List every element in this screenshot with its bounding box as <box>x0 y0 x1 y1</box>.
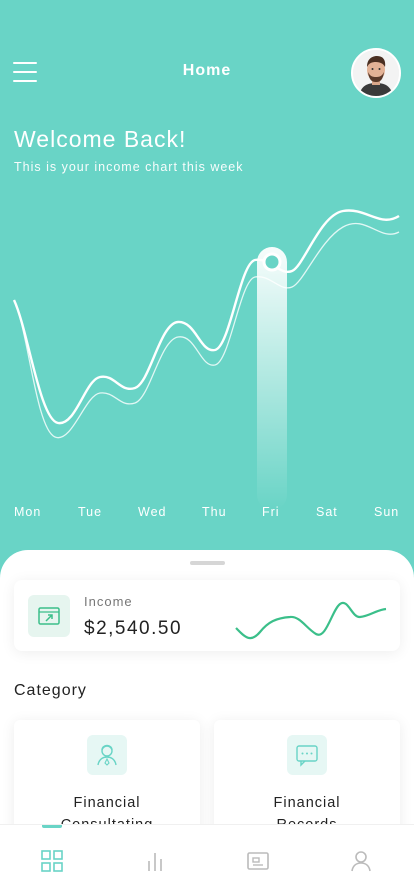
user-icon <box>351 851 371 872</box>
nav-active-indicator <box>42 825 62 828</box>
header: Home <box>0 46 414 98</box>
bottom-nav <box>0 824 414 896</box>
income-sparkline <box>235 601 387 640</box>
nav-home[interactable] <box>0 825 103 896</box>
nav-wallet[interactable] <box>206 825 309 896</box>
sheet-handle[interactable] <box>190 561 225 565</box>
nav-stats[interactable] <box>103 825 206 896</box>
chart-series-secondary <box>17 222 400 439</box>
x-tick-label: Sun <box>374 505 400 519</box>
x-tick-label: Wed <box>138 505 167 519</box>
grid-icon <box>41 850 63 872</box>
category-label-line1: Financial <box>273 795 341 811</box>
chart-x-axis: Mon Tue Wed Thu Fri Sat Sun <box>0 505 414 525</box>
category-label-line1: Financial <box>73 795 141 811</box>
welcome-title: Welcome Back! <box>14 126 187 152</box>
wallet-upload-icon <box>28 595 70 637</box>
avatar[interactable] <box>351 48 401 98</box>
nav-profile[interactable] <box>309 825 412 896</box>
x-tick-label: Thu <box>202 505 227 519</box>
x-tick-label: Fri <box>262 505 280 519</box>
chart-series-main <box>12 209 400 425</box>
chat-icon <box>287 735 327 775</box>
income-card[interactable]: Income $2,540.50 <box>14 580 400 651</box>
income-chart <box>12 209 400 510</box>
wallet-icon <box>247 852 269 870</box>
x-tick-label: Mon <box>14 505 42 519</box>
income-label: Income <box>84 594 133 609</box>
welcome-subtitle: This is your income chart this week <box>14 160 244 174</box>
category-heading: Category <box>14 682 87 699</box>
chart-point-highlight[interactable] <box>262 252 282 272</box>
avatar-image <box>353 50 399 96</box>
hero-section: Home Welcome Back! This is your income c… <box>0 0 414 570</box>
income-value: $2,540.50 <box>84 618 183 639</box>
consultant-icon <box>87 735 127 775</box>
x-tick-label: Tue <box>78 505 103 519</box>
bar-chart-icon <box>148 853 162 871</box>
x-tick-label: Sat <box>316 505 338 519</box>
